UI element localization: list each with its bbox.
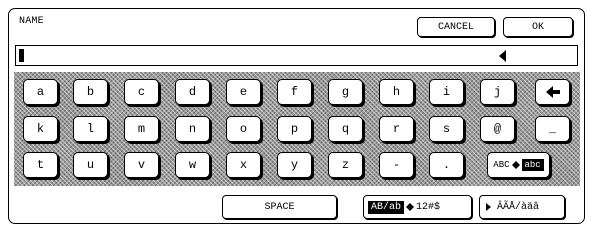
keyboard-area: a b c d e f g h i j k l m n o p q r s @ … xyxy=(14,72,580,186)
right-triangle-icon xyxy=(486,203,491,211)
key-v[interactable]: v xyxy=(124,152,159,178)
key-f[interactable]: f xyxy=(277,79,312,105)
accent-label: ÂÃÅ/àäâ xyxy=(497,201,540,213)
name-input-field[interactable] xyxy=(15,45,578,66)
key-z[interactable]: z xyxy=(328,152,363,178)
key-g[interactable]: g xyxy=(328,79,363,105)
key-n[interactable]: n xyxy=(175,116,210,142)
key-x[interactable]: x xyxy=(226,152,261,178)
key-m[interactable]: m xyxy=(124,116,159,142)
text-cursor xyxy=(19,49,24,62)
key-u[interactable]: u xyxy=(73,152,108,178)
key-w[interactable]: w xyxy=(175,152,210,178)
key-hyphen[interactable]: - xyxy=(379,152,414,178)
space-button[interactable]: SPACE xyxy=(222,195,337,219)
dialog-title: NAME xyxy=(19,16,44,27)
key-l[interactable]: l xyxy=(73,116,108,142)
case-upper-label: ABC xyxy=(493,160,510,170)
key-c[interactable]: c xyxy=(124,79,159,105)
key-a[interactable]: a xyxy=(23,79,58,105)
key-r[interactable]: r xyxy=(379,116,414,142)
key-k[interactable]: k xyxy=(23,116,58,142)
left-arrow-icon xyxy=(545,86,560,98)
key-i[interactable]: i xyxy=(429,79,464,105)
mode-toggle-button[interactable]: AB/ab 12#$ xyxy=(363,195,472,219)
name-entry-dialog: NAME CANCEL OK a b c d e f g h i j k l m… xyxy=(8,8,585,224)
key-d[interactable]: d xyxy=(175,79,210,105)
ok-button[interactable]: OK xyxy=(503,17,573,37)
key-y[interactable]: y xyxy=(277,152,312,178)
cancel-button[interactable]: CANCEL xyxy=(417,17,495,37)
key-o[interactable]: o xyxy=(226,116,261,142)
switch-arrows-icon xyxy=(406,203,415,211)
key-b[interactable]: b xyxy=(73,79,108,105)
key-t[interactable]: t xyxy=(23,152,58,178)
key-period[interactable]: . xyxy=(429,152,464,178)
key-s[interactable]: s xyxy=(429,116,464,142)
key-h[interactable]: h xyxy=(379,79,414,105)
key-underscore[interactable]: _ xyxy=(535,116,570,142)
case-lower-label: abc xyxy=(521,159,544,171)
mode-letters-label: AB/ab xyxy=(368,200,405,214)
switch-arrows-icon xyxy=(511,161,520,169)
key-e[interactable]: e xyxy=(226,79,261,105)
cursor-position-arrow-icon xyxy=(499,50,506,62)
backspace-key[interactable] xyxy=(535,79,570,105)
key-at[interactable]: @ xyxy=(480,116,515,142)
accent-characters-button[interactable]: ÂÃÅ/àäâ xyxy=(479,195,565,219)
mode-symbols-label: 12#$ xyxy=(416,201,441,213)
key-j[interactable]: j xyxy=(480,79,515,105)
key-p[interactable]: p xyxy=(277,116,312,142)
case-toggle-key[interactable]: ABC abc xyxy=(487,152,550,178)
key-q[interactable]: q xyxy=(328,116,363,142)
